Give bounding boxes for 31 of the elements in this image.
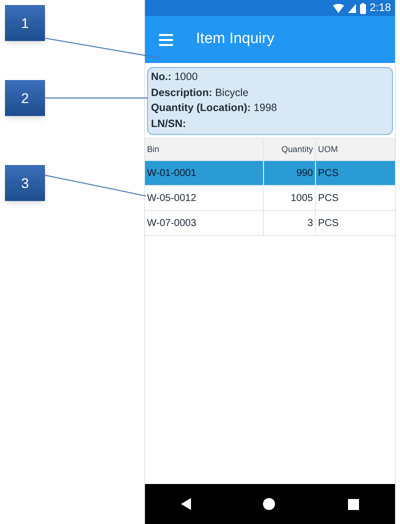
battery-icon bbox=[360, 2, 366, 14]
info-line: No.: 1000 bbox=[151, 70, 199, 85]
info-line: LN/SN: bbox=[151, 116, 187, 132]
table-row[interactable]: W-05-0012 1005 PCS bbox=[145, 186, 395, 211]
info-line: Quantity (Location): 1998 bbox=[151, 101, 278, 116]
column-header[interactable]: Quantity bbox=[264, 139, 316, 160]
table-cell: W-05-0012 bbox=[145, 186, 264, 210]
table-cell-text: PCS bbox=[317, 192, 340, 206]
status-time: 2:18 bbox=[370, 0, 391, 16]
back-icon[interactable] bbox=[181, 498, 192, 510]
callout-badge: 2 bbox=[5, 80, 45, 116]
table-cell: 990 bbox=[264, 161, 316, 185]
recents-icon[interactable] bbox=[348, 498, 359, 510]
callout-badge: 1 bbox=[5, 5, 45, 41]
wifi-icon bbox=[332, 4, 344, 12]
home-icon[interactable] bbox=[263, 498, 276, 510]
table-cell-text: PCS bbox=[317, 216, 340, 230]
table-cell: W-01-0001 bbox=[145, 161, 264, 185]
table-cell: W-07-0003 bbox=[145, 211, 264, 235]
table-row[interactable]: W-01-0001 990 PCS bbox=[145, 161, 395, 186]
table-cell: 1005 bbox=[264, 186, 316, 210]
info-line: Description: Bicycle bbox=[151, 86, 250, 100]
table-cell: 3 bbox=[264, 211, 316, 235]
column-header[interactable]: UOM bbox=[316, 139, 395, 160]
menu-icon[interactable] bbox=[159, 34, 173, 46]
table-row[interactable]: W-07-0003 3 PCS bbox=[145, 211, 395, 236]
table-cell-text: PCS bbox=[317, 166, 340, 180]
callout-badge: 3 bbox=[5, 165, 45, 201]
column-header[interactable]: Bin bbox=[145, 139, 264, 160]
app-title: Item Inquiry bbox=[196, 29, 274, 50]
signal-icon bbox=[348, 4, 356, 12]
